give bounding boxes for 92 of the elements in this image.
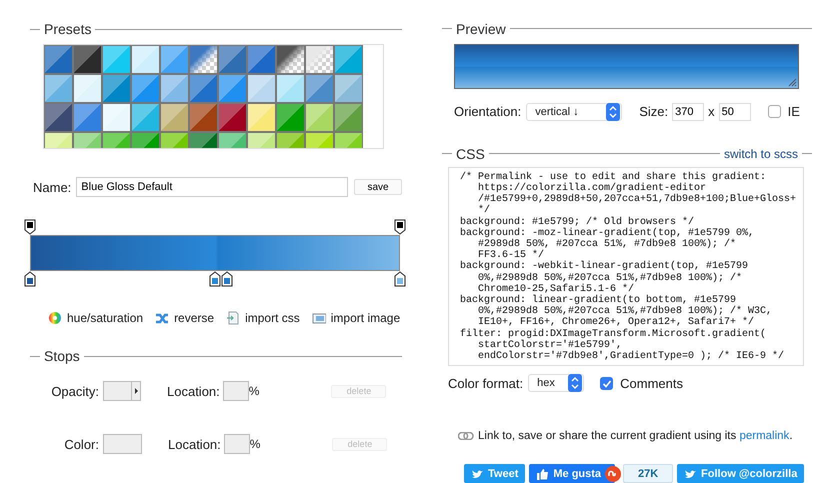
section-title: Stops [44, 348, 80, 364]
preset-swatch[interactable] [73, 103, 102, 132]
preset-swatch[interactable] [276, 74, 305, 103]
location-field[interactable] [224, 434, 250, 454]
preset-swatch[interactable] [276, 103, 305, 132]
preset-swatch[interactable] [44, 45, 73, 74]
crossed-arrows-icon [155, 311, 170, 325]
preset-swatch[interactable] [218, 74, 247, 103]
preset-swatch[interactable] [131, 103, 160, 132]
preset-swatch[interactable] [305, 74, 334, 103]
field-label: Location: [167, 384, 220, 398]
preset-swatch[interactable] [160, 74, 189, 103]
preset-swatch[interactable] [276, 45, 305, 74]
comments-checkbox[interactable] [600, 376, 614, 390]
preset-swatch[interactable] [218, 103, 247, 132]
preset-swatch[interactable] [160, 103, 189, 132]
dropdown-arrow-icon [131, 382, 140, 400]
switch-to-scss-link[interactable]: switch to scss [724, 146, 798, 161]
preset-swatch[interactable] [73, 45, 102, 74]
preset-swatch[interactable] [189, 45, 218, 74]
section-title: Presets [44, 21, 92, 37]
field-label: Color: [63, 436, 99, 452]
save-button[interactable]: save [354, 179, 402, 195]
bird-icon [684, 468, 698, 480]
preset-swatch[interactable] [73, 74, 102, 103]
color-stop-handle[interactable] [221, 271, 233, 287]
size-label: Size: [639, 104, 668, 120]
unit-label: % [250, 437, 260, 451]
orientation-label: Orientation: [454, 104, 522, 120]
name-field[interactable]: Blue Gloss Default [76, 177, 348, 197]
unit-label: % [248, 384, 260, 398]
name-label: Name: [33, 180, 72, 194]
preset-swatch[interactable] [247, 74, 276, 103]
document-icon [226, 311, 240, 325]
preset-swatch[interactable] [131, 45, 160, 74]
preset-swatch[interactable] [334, 103, 363, 132]
permalink-link[interactable]: permalink [739, 430, 790, 442]
resize-grip-icon [787, 76, 797, 87]
preset-swatch[interactable] [247, 45, 276, 74]
image-icon [312, 311, 326, 325]
preset-swatch[interactable] [131, 74, 160, 103]
like-button[interactable]: Me gusta [529, 464, 616, 483]
tick-icon [601, 378, 612, 388]
color-format-label: Color format: [448, 376, 524, 390]
stepper-icon [568, 374, 582, 392]
ie-label: IE [788, 104, 800, 120]
color-stop-handle[interactable] [209, 271, 221, 287]
preset-swatch[interactable] [44, 74, 73, 103]
preset-swatch[interactable] [189, 103, 218, 132]
preset-swatch[interactable] [305, 103, 334, 132]
field-label: Location: [168, 436, 221, 452]
preset-swatch[interactable] [334, 45, 363, 74]
chain-link-icon [458, 432, 474, 440]
color-stop-handle[interactable] [24, 271, 36, 287]
like-count[interactable]: 27K [623, 464, 674, 483]
tool-link[interactable]: hue/saturation [48, 311, 144, 325]
preset-swatch[interactable] [247, 103, 276, 132]
color-swatch-field[interactable] [103, 434, 142, 454]
color-format-select[interactable]: hex [528, 374, 584, 392]
location-field[interactable] [222, 381, 249, 401]
permalink-text: Link to, save or share the current gradient using its permalink. [478, 430, 793, 442]
preset-swatch[interactable] [189, 74, 218, 103]
color-wheel-icon [48, 311, 62, 325]
preset-swatch[interactable] [160, 45, 189, 74]
preset-swatch[interactable] [218, 45, 247, 74]
tool-link[interactable]: import css [226, 311, 300, 325]
tool-link[interactable]: reverse [155, 311, 214, 325]
orientation-select[interactable]: vertical ↓ [526, 102, 622, 121]
stumble-badge-icon [605, 466, 622, 482]
preset-swatch[interactable] [305, 45, 334, 74]
thumbs-up-icon [536, 468, 550, 480]
section-title: CSS [456, 146, 485, 162]
ie-checkbox[interactable] [768, 105, 781, 118]
field-label: Opacity: [50, 384, 99, 398]
tool-link[interactable]: import image [312, 311, 400, 325]
height-field[interactable]: 50 [718, 102, 751, 121]
opacity-stop-handle[interactable] [394, 219, 406, 235]
stepper-icon [606, 102, 620, 121]
opacity-stop-handle[interactable] [24, 219, 36, 235]
preset-swatch[interactable] [102, 45, 131, 74]
opacity-field[interactable] [103, 381, 141, 401]
times-label: x [708, 104, 715, 120]
bird-icon [471, 468, 484, 480]
width-field[interactable]: 370 [672, 102, 704, 121]
preset-swatch[interactable] [102, 103, 131, 132]
color-stop-handle[interactable] [394, 271, 406, 287]
preset-swatch[interactable] [102, 74, 131, 103]
preset-swatch[interactable] [334, 74, 363, 103]
comments-label: Comments [620, 376, 683, 390]
section-title: Preview [456, 20, 506, 37]
preset-swatch[interactable] [44, 103, 73, 132]
css-code-area[interactable]: /* Permalink - use to edit and share this gradient: https://colorzilla.com/gradient-editor /#1e5799+0,2989d8+50,207cca+51,7db9e8+100;Blue+Gloss+ */ background: #1e5799; /* Old browsers */ background: -moz-linear-gradient(top, #1e5799 0%, #2989d8 50%, #207cca 51%, #7db9e8 100%); /* FF3.6-15 */ background: -webkit-linear-gradient(top, #1e5799 0%,#2989d8 50%,#207cca 51%,#7db9e8 100%); /* Chrome10-25,Safari5.1-6 */ background: linear-gradient(to bottom, #1e5799 0%,#2989d8 50%,#207cca 51%,#7db9e8 100%); /* W3C, IE10+, FF16+, Chrome26+, Opera12+, Safari7+ */ filter: progid:DXImageTransform.Microsoft.gradient( startColorstr='#1e5799', endColorstr='#7db9e8',GradientType=0 ); /* IE6-9 */ [448, 166, 804, 366]
